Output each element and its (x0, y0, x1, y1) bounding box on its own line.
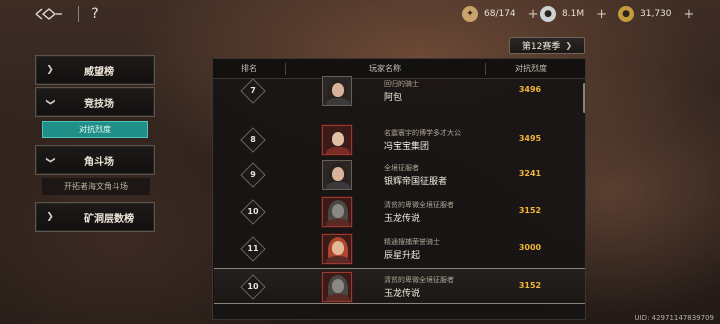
player-name: 玉龙传说 (384, 289, 421, 299)
player-title: 清贫的卑微全境征服者 (384, 201, 454, 209)
table-row-self[interactable]: 10 清贫的卑微全境征服者 玉龙传说 3152 (214, 268, 585, 304)
table-row[interactable]: 9 全境征服者银辉帝国征服者 3241 (214, 157, 585, 193)
rank-number: 8 (250, 135, 256, 144)
intensity-score: 3495 (518, 134, 542, 143)
menu-arena[interactable]: ❯ 竞技场 (35, 87, 155, 117)
submenu-label: 开拓者海文角斗场 (64, 182, 128, 191)
rank-number: 10 (247, 282, 259, 291)
avatar[interactable] (322, 234, 352, 264)
menu-mine-depth-ranking[interactable]: ❯ 矿洞层数榜 (35, 202, 155, 232)
back-button[interactable] (28, 6, 70, 22)
silver-coin-icon: ● (540, 6, 556, 22)
table-row[interactable]: 8 名震寰宇的博学多才大公 冯宝宝集团 3495 (214, 122, 585, 158)
intensity-score: 3000 (518, 243, 542, 252)
gold-coin-icon: ● (618, 6, 634, 22)
ranking-table: 排名 玩家名称 对抗烈度 7 回归的骑士 阿包 3496 8 名震寰宇的博学多才大公 冯宝宝… (212, 58, 586, 320)
season-selector[interactable]: 第12赛季 ❯ (509, 37, 585, 54)
player-name: 玉龙传说 (384, 214, 421, 224)
gold-resource: ● 31,730 + (618, 4, 694, 24)
menu-gladiator-arena[interactable]: ❯ 角斗场 (35, 145, 155, 175)
chevron-right-icon: ❯ (46, 65, 54, 75)
gold-add-button[interactable]: + (684, 7, 695, 22)
back-arrow-icon (35, 8, 62, 20)
topbar-divider (78, 6, 79, 22)
silver-value: 8.1M (562, 9, 585, 19)
table-row[interactable]: 11 精通搜捕荣誉骑士 辰星升起 3000 (214, 231, 585, 267)
menu-label: 矿洞层数榜 (84, 213, 134, 225)
gold-value: 31,730 (640, 9, 672, 19)
player-name: 辰星升起 (384, 251, 421, 261)
avatar[interactable] (322, 76, 352, 106)
menu-label: 威望榜 (84, 66, 114, 78)
player-title: 清贫的卑微全境征服者 (384, 276, 454, 284)
uid-label: UID: 42971147839709 (634, 314, 714, 322)
menu-label: 竞技场 (84, 98, 114, 110)
rank-number: 11 (247, 244, 259, 253)
table-row[interactable]: 10 清贫的卑微全境征服者 玉龙传说 3152 (214, 194, 585, 230)
stamina-resource: ✦ 68/174 + (462, 4, 539, 24)
help-button[interactable]: ? (88, 4, 102, 24)
player-title: 全境征服者 (384, 164, 419, 172)
intensity-score: 3152 (518, 281, 542, 290)
submenu-label: 对抗烈度 (79, 125, 111, 134)
stamina-icon: ✦ (462, 6, 478, 22)
stamina-add-button[interactable]: + (528, 7, 539, 22)
rank-number: 10 (247, 207, 259, 216)
chevron-down-icon: ❯ (45, 98, 55, 106)
avatar[interactable] (322, 197, 352, 227)
silver-resource: ● 8.1M + (540, 4, 607, 24)
player-title: 精通搜捕荣誉骑士 (384, 238, 440, 246)
rank-number: 7 (250, 86, 256, 95)
season-label: 第12赛季 (521, 42, 561, 52)
stamina-value: 68/174 (484, 9, 516, 19)
player-title: 回归的骑士 (384, 80, 419, 88)
avatar[interactable] (322, 125, 352, 155)
menu-label: 角斗场 (84, 156, 114, 168)
player-name: 阿包 (384, 93, 403, 103)
silver-add-button[interactable]: + (596, 7, 607, 22)
chevron-right-icon: ❯ (46, 212, 54, 222)
player-title: 名震寰宇的博学多才大公 (384, 129, 461, 137)
avatar[interactable] (322, 160, 352, 190)
submenu-confrontation-intensity[interactable]: 对抗烈度 (42, 121, 148, 138)
submenu-pioneer-haven-arena[interactable]: 开拓者海文角斗场 (42, 178, 150, 195)
intensity-score: 3241 (518, 169, 542, 178)
player-name: 冯宝宝集团 (384, 142, 430, 152)
avatar[interactable] (322, 272, 352, 302)
chevron-down-icon: ❯ (45, 156, 55, 164)
rank-number: 9 (250, 170, 256, 179)
table-row[interactable]: 7 回归的骑士阿包 3496 (214, 73, 585, 109)
menu-prestige-ranking[interactable]: ❯ 威望榜 (35, 55, 155, 85)
chevron-right-icon: ❯ (565, 41, 573, 50)
intensity-score: 3496 (518, 85, 542, 94)
intensity-score: 3152 (518, 206, 542, 215)
player-name: 银辉帝国征服者 (384, 177, 448, 187)
